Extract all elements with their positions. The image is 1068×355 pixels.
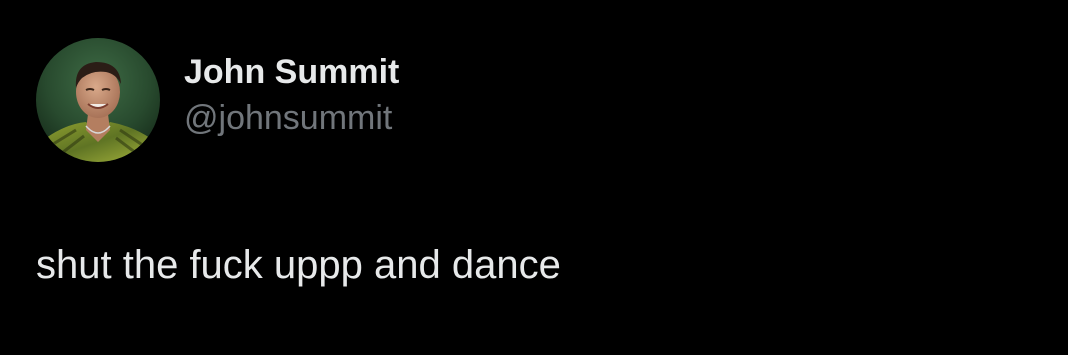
avatar[interactable]: [36, 38, 160, 162]
author-block: John Summit @johnsummit: [184, 52, 399, 138]
tweet-text: shut the fuck uppp and dance: [36, 243, 561, 287]
profile-photo-icon: [36, 38, 160, 162]
tweet-card: John Summit @johnsummit shut the fuck up…: [0, 0, 1068, 355]
author-handle[interactable]: @johnsummit: [184, 98, 399, 138]
author-display-name[interactable]: John Summit: [184, 52, 399, 92]
